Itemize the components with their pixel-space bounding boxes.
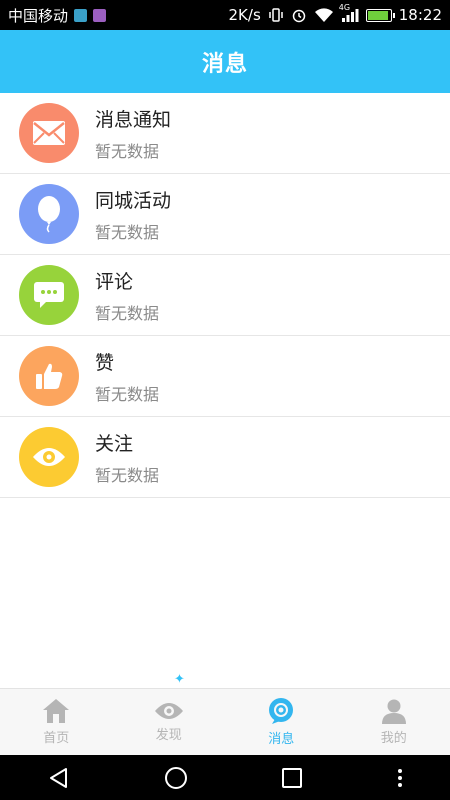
gallery-notification-icon	[74, 8, 88, 22]
network-type: 4G	[338, 3, 351, 12]
vibrate-icon	[268, 7, 284, 23]
alarm-icon	[291, 7, 307, 23]
status-bar: 中国移动 2K/s 4G 18:22	[0, 0, 450, 30]
list-item-title: 消息通知	[95, 108, 172, 131]
list-item-follows[interactable]: 关注 暂无数据	[0, 417, 450, 498]
list-item-title: 同城活动	[95, 189, 172, 212]
page-title: 消息	[201, 51, 248, 77]
wifi-icon	[314, 7, 334, 23]
list-item-texts: 消息通知 暂无数据	[95, 105, 171, 162]
list-item-subtitle: 暂无数据	[95, 303, 160, 323]
tab-messages[interactable]: 消息	[225, 689, 338, 755]
message-list: 消息通知 暂无数据 同城活动 暂无数据 评论 暂无数据 赞 暂无数据 关注 暂无…	[0, 93, 450, 498]
list-item-notifications[interactable]: 消息通知 暂无数据	[0, 93, 450, 174]
list-item-likes[interactable]: 赞 暂无数据	[0, 336, 450, 417]
system-nav-bar	[0, 755, 450, 800]
app-notification-icon	[93, 8, 107, 22]
list-item-texts: 关注 暂无数据	[95, 429, 159, 486]
tab-label: 我的	[380, 731, 407, 746]
back-icon[interactable]	[47, 766, 71, 790]
list-item-subtitle: 暂无数据	[95, 222, 160, 242]
clock: 18:22	[398, 6, 442, 24]
eye-icon	[19, 427, 79, 487]
sparkle-icon: ✦	[174, 672, 185, 687]
eye-icon	[154, 703, 183, 719]
tab-discover[interactable]: 发现	[113, 689, 226, 755]
recents-icon[interactable]	[281, 767, 303, 789]
home-button-icon[interactable]	[164, 766, 188, 790]
tab-label: 消息	[268, 732, 295, 747]
comment-icon	[19, 265, 79, 325]
list-item-texts: 赞 暂无数据	[95, 348, 159, 405]
list-item-title: 关注	[95, 432, 134, 455]
carrier-group: 中国移动	[8, 5, 107, 26]
user-icon	[381, 699, 406, 724]
home-icon	[43, 699, 70, 723]
balloon-icon	[19, 184, 79, 244]
list-item-subtitle: 暂无数据	[95, 384, 160, 404]
list-item-texts: 评论 暂无数据	[95, 267, 159, 324]
app-header: 消息	[0, 30, 450, 93]
network-speed: 2K/s	[228, 6, 261, 24]
bottom-tab-bar: 首页 发现 消息 我的	[0, 688, 450, 755]
list-item-texts: 同城活动 暂无数据	[95, 186, 171, 243]
carrier-name: 中国移动	[8, 6, 69, 25]
status-indicators: 2K/s 4G 18:22	[228, 3, 442, 24]
list-item-subtitle: 暂无数据	[95, 465, 160, 485]
mail-icon	[19, 103, 79, 163]
list-item-subtitle: 暂无数据	[95, 141, 160, 161]
battery-icon	[365, 8, 395, 22]
tab-profile[interactable]: 我的	[338, 689, 450, 755]
list-item-local-events[interactable]: 同城活动 暂无数据	[0, 174, 450, 255]
list-item-title: 赞	[95, 351, 115, 374]
tab-home[interactable]: 首页	[0, 689, 113, 755]
more-icon[interactable]	[396, 767, 404, 789]
signal-icon: 4G	[339, 3, 359, 23]
tab-label: 首页	[43, 731, 70, 746]
thumbs-up-icon	[19, 346, 79, 406]
list-item-title: 评论	[95, 270, 134, 293]
list-item-comments[interactable]: 评论 暂无数据	[0, 255, 450, 336]
tab-label: 发现	[155, 728, 182, 743]
message-icon	[269, 698, 294, 724]
